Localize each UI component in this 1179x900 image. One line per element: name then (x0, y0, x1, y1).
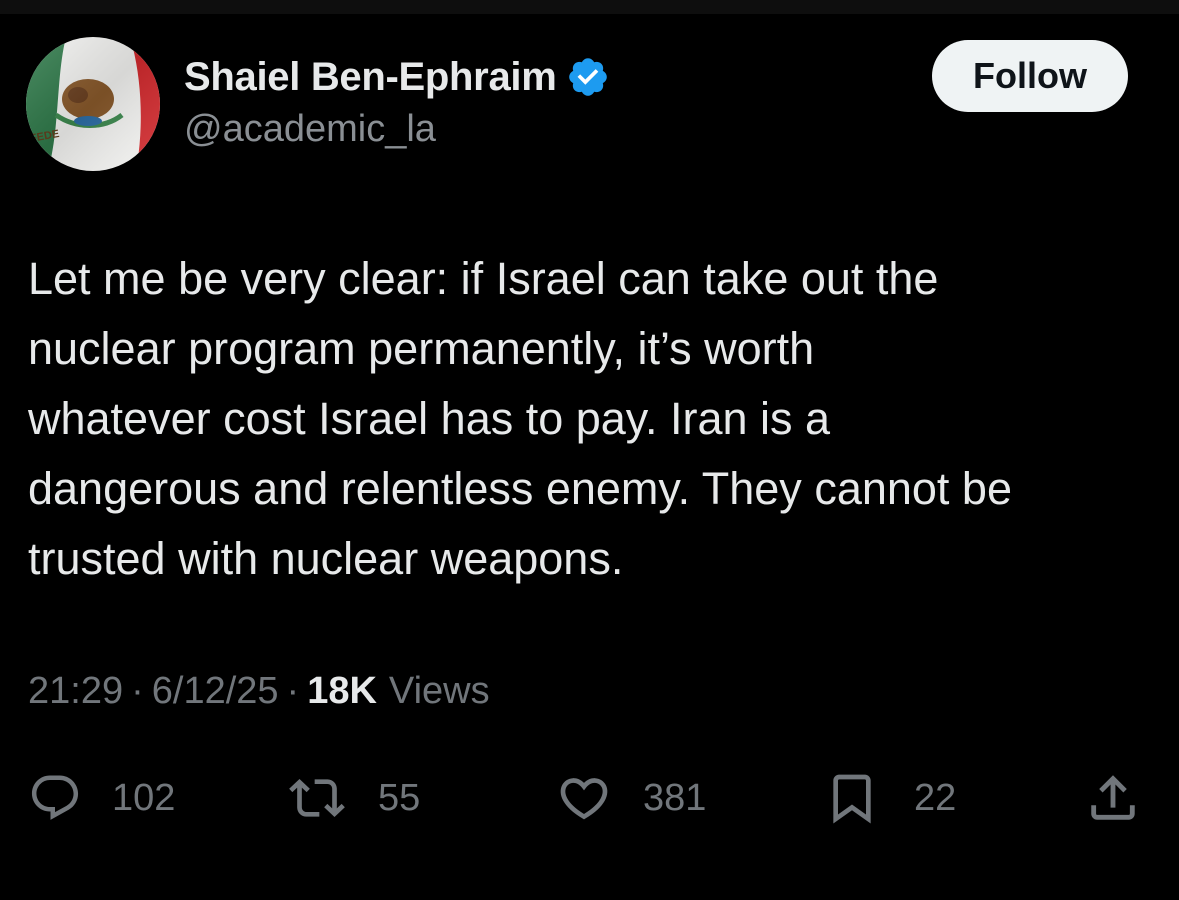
display-name[interactable]: Shaiel Ben-Ephraim (184, 55, 557, 100)
like-button[interactable]: 381 (555, 770, 706, 826)
meta-separator: · (131, 670, 144, 712)
heart-icon (560, 778, 608, 820)
tweet-text: Let me be very clear: if Israel can take… (28, 253, 1012, 584)
follow-button[interactable]: Follow (932, 40, 1128, 112)
tweet-meta: 21:29 · 6/12/25 · 18K Views (28, 670, 490, 713)
tweet-date[interactable]: 6/12/25 (152, 670, 279, 713)
reply-count: 102 (112, 776, 176, 819)
mexican-flag-avatar-icon: FEDE (26, 37, 160, 171)
bookmark-count: 22 (914, 776, 957, 819)
like-count: 381 (643, 776, 707, 819)
retweet-button[interactable]: 55 (286, 770, 420, 826)
author-handle[interactable]: @academic_la (184, 108, 436, 151)
bookmark-button[interactable]: 22 (824, 770, 956, 826)
reply-button[interactable]: 102 (28, 770, 175, 826)
display-name-row: Shaiel Ben-Ephraim (184, 52, 610, 102)
bookmark-icon (833, 774, 871, 824)
retweet-count: 55 (378, 776, 421, 819)
verified-badge-icon[interactable] (566, 55, 610, 99)
reply-icon (31, 775, 79, 820)
views-label: Views (388, 670, 490, 712)
tweet-time[interactable]: 21:29 (28, 670, 123, 713)
meta-separator: · (286, 670, 300, 712)
views-count: 18K (307, 670, 377, 712)
retweet-icon (289, 779, 345, 817)
top-strip (0, 0, 1179, 14)
author-avatar[interactable]: FEDE (26, 37, 160, 171)
share-button[interactable] (1084, 770, 1142, 826)
share-icon (1091, 775, 1135, 820)
